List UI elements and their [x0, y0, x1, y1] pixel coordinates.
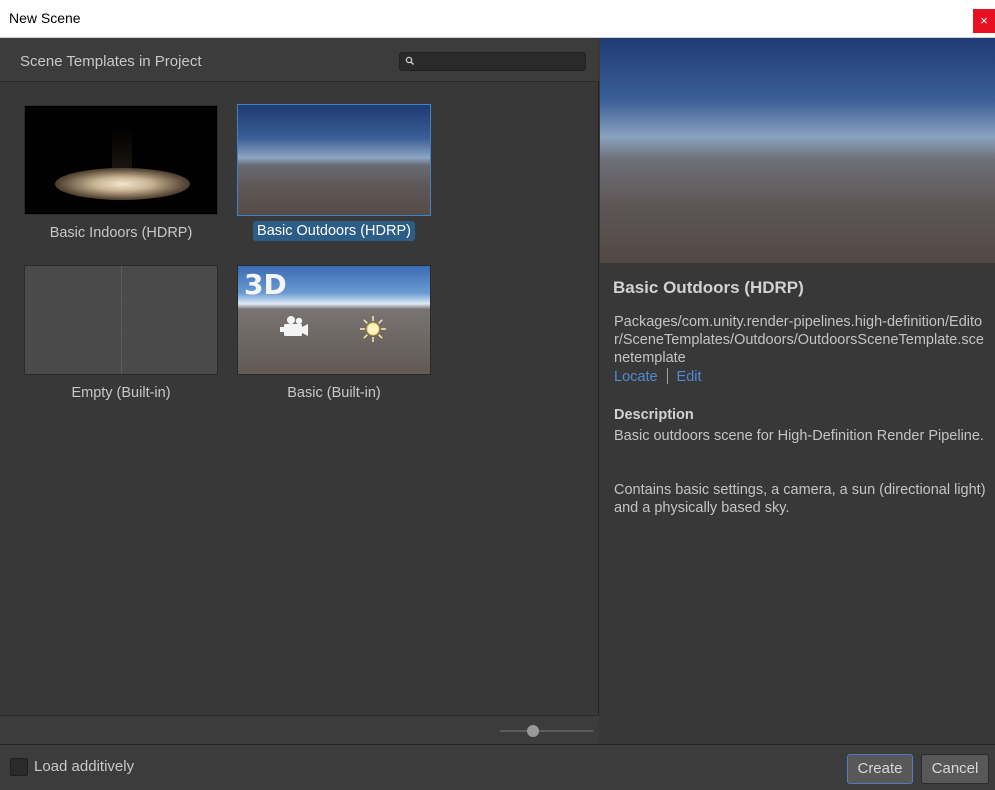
- search-input[interactable]: [399, 52, 586, 71]
- templates-panel: Scene Templates in Project Basic Indoors…: [0, 38, 599, 744]
- templates-header: Scene Templates in Project: [0, 38, 599, 82]
- template-label: Empty (Built-in): [71, 385, 171, 401]
- title-bar: New Scene ×: [0, 0, 995, 38]
- template-thumbnail: 3D: [237, 265, 431, 375]
- details-title: Basic Outdoors (HDRP): [613, 278, 804, 297]
- window-title: New Scene: [9, 10, 81, 26]
- template-thumbnail: [24, 105, 218, 215]
- template-label: Basic (Built-in): [287, 385, 381, 401]
- locate-link[interactable]: Locate: [614, 369, 658, 385]
- description-heading: Description: [614, 407, 694, 423]
- camera-icon: [280, 316, 308, 336]
- thumbnail-size-slider[interactable]: [500, 725, 593, 737]
- load-additively-checkbox[interactable]: [10, 758, 28, 776]
- template-thumbnail: [24, 265, 218, 375]
- template-preview-image: [600, 38, 995, 263]
- close-button[interactable]: ×: [973, 9, 995, 33]
- template-tile-basic-builtin[interactable]: 3D Basic (Built-in): [236, 265, 432, 403]
- details-panel: Basic Outdoors (HDRP) Packages/com.unity…: [600, 38, 995, 744]
- edit-link[interactable]: Edit: [677, 369, 702, 385]
- slider-track: [500, 730, 593, 732]
- templates-footer: [0, 715, 599, 744]
- details-links: Locate Edit: [614, 368, 702, 385]
- cancel-button[interactable]: Cancel: [921, 754, 989, 784]
- template-thumbnail: [237, 104, 431, 216]
- load-additively-label[interactable]: Load additively: [34, 758, 134, 775]
- search-icon: [405, 56, 415, 66]
- badge-3d: 3D: [244, 268, 287, 301]
- template-tile-basic-indoors[interactable]: Basic Indoors (HDRP): [23, 105, 219, 243]
- template-label: Basic Outdoors (HDRP): [253, 221, 415, 241]
- create-button[interactable]: Create: [847, 754, 913, 784]
- templates-header-title: Scene Templates in Project: [20, 53, 202, 70]
- description-text-2: Contains basic settings, a camera, a sun…: [614, 482, 986, 516]
- slider-handle[interactable]: [526, 725, 539, 737]
- link-divider: [666, 368, 668, 384]
- template-path: Packages/com.unity.render-pipelines.high…: [614, 314, 984, 366]
- template-tile-empty[interactable]: Empty (Built-in): [23, 265, 219, 403]
- template-tile-basic-outdoors[interactable]: Basic Outdoors (HDRP): [236, 104, 432, 241]
- dialog-footer: Load additively Create Cancel: [0, 744, 995, 790]
- template-label: Basic Indoors (HDRP): [49, 225, 193, 241]
- description-text: Basic outdoors scene for High-Definition…: [614, 428, 984, 444]
- sun-icon: [360, 316, 386, 342]
